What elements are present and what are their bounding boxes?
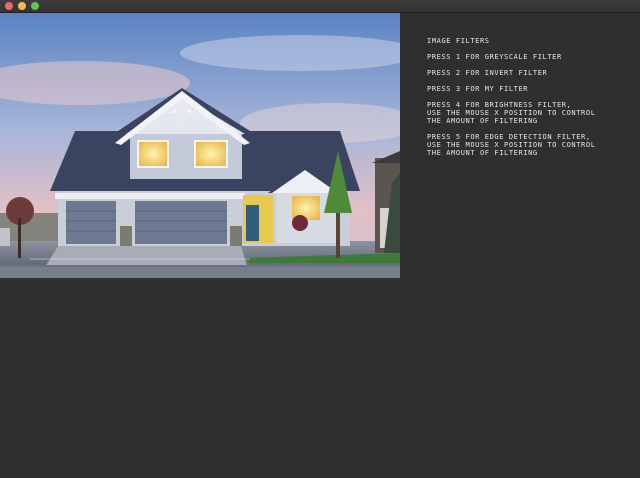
app-window: IMAGE FILTERS PRESS 1 FOR GREYSCALE FILT… [0, 0, 640, 478]
instructions-title: IMAGE FILTERS [427, 37, 490, 45]
house-photo [0, 13, 400, 278]
instruction-brightness: PRESS 4 FOR BRIGHTNESS FILTER, USE THE M… [427, 101, 596, 125]
title-bar [0, 0, 640, 13]
instruction-my-filter: PRESS 3 FOR MY FILTER [427, 85, 529, 93]
filter-instructions: IMAGE FILTERS PRESS 1 FOR GREYSCALE FILT… [427, 37, 632, 165]
instruction-greyscale: PRESS 1 FOR GREYSCALE FILTER [427, 53, 562, 61]
instruction-invert: PRESS 2 FOR INVERT FILTER [427, 69, 548, 77]
minimize-window-button[interactable] [18, 2, 26, 10]
close-window-button[interactable] [5, 2, 13, 10]
maximize-window-button[interactable] [31, 2, 39, 10]
sketch-canvas[interactable]: IMAGE FILTERS PRESS 1 FOR GREYSCALE FILT… [0, 13, 640, 478]
instruction-edge-detection: PRESS 5 FOR EDGE DETECTION FILTER, USE T… [427, 133, 596, 157]
